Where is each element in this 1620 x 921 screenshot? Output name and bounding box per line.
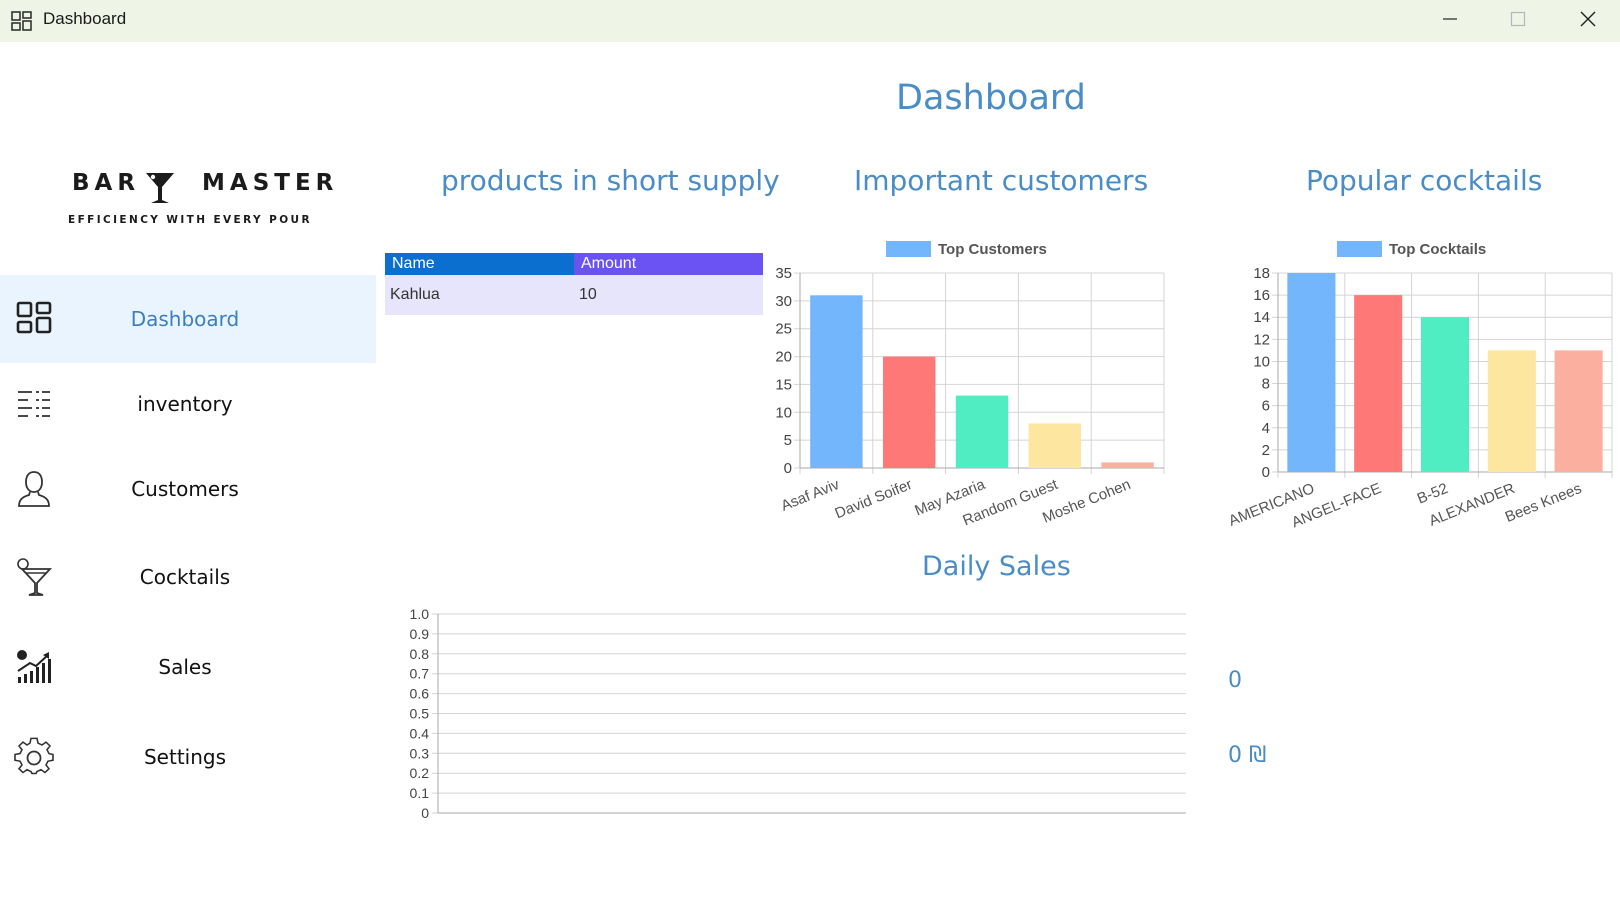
table-row[interactable]: Kahlua 10 xyxy=(385,275,763,315)
y-tick-label: 0.1 xyxy=(410,785,430,801)
y-tick-label: 5 xyxy=(784,432,792,449)
y-tick-label: 0.9 xyxy=(410,626,430,642)
bar xyxy=(810,295,863,468)
y-tick-label: 8 xyxy=(1262,376,1270,393)
daily-sales-chart: 0 0.1 0.2 0.3 0.4 0.5 0.6 0.7 0.8 0.9 1.0 xyxy=(410,606,1186,821)
sidebar-item-inventory[interactable]: inventory xyxy=(0,360,376,448)
legend-label: Top Cocktails xyxy=(1389,241,1486,258)
x-tick-label: Bees Knees xyxy=(1503,480,1584,526)
bar xyxy=(1287,273,1336,472)
logo-word-right: MASTER xyxy=(202,170,339,196)
logo-tagline: EFFICIENCY WITH EVERY POUR xyxy=(68,214,312,226)
y-tick-label: 0.2 xyxy=(410,765,430,781)
y-tick-label: 0 xyxy=(421,805,429,821)
table-cell-amount: 10 xyxy=(574,275,763,315)
sales-chart-icon xyxy=(17,650,51,683)
dashboard-icon xyxy=(11,11,32,31)
minimize-icon xyxy=(1443,18,1457,20)
table-header-row: Name Amount xyxy=(385,253,763,275)
sidebar-item-label: Customers xyxy=(131,477,239,501)
sales-revenue-value: 0 ₪ xyxy=(1228,743,1267,768)
logo-word-left: BAR xyxy=(72,170,141,196)
cocktail-glass-icon xyxy=(17,558,53,596)
bar xyxy=(955,395,1009,468)
important-customers-heading: Important customers xyxy=(854,164,1149,197)
y-tick-label: 16 xyxy=(1253,287,1270,304)
sidebar-item-customers[interactable]: Customers xyxy=(0,445,376,533)
y-tick-label: 4 xyxy=(1262,420,1270,437)
x-tick-label: B-52 xyxy=(1415,480,1451,508)
y-tick-label: 0.7 xyxy=(410,666,430,682)
popular-cocktails-heading: Popular cocktails xyxy=(1306,164,1543,197)
bar xyxy=(882,356,936,468)
column-header-name[interactable]: Name xyxy=(385,253,574,275)
bar xyxy=(1354,295,1403,472)
y-tick-label: 35 xyxy=(775,265,792,282)
y-tick-label: 0.5 xyxy=(410,706,430,722)
y-tick-label: 2 xyxy=(1262,442,1270,459)
sidebar-item-label: Settings xyxy=(143,745,227,769)
bar-master-logo: BAR MASTER EFFICIENCY WITH EVERY POUR xyxy=(60,130,333,240)
sidebar-item-label: Dashboard xyxy=(130,307,240,331)
y-tick-label: 1.0 xyxy=(410,606,430,622)
bar xyxy=(1101,462,1154,468)
y-tick-label: 25 xyxy=(775,321,792,338)
title-bar: Dashboard xyxy=(0,0,1620,42)
sidebar: BAR MASTER EFFICIENCY WITH EVERY POUR Da… xyxy=(0,42,376,921)
y-tick-label: 0 xyxy=(1262,464,1270,481)
window-title: Dashboard xyxy=(43,9,127,28)
y-tick-label: 14 xyxy=(1253,309,1270,326)
sidebar-item-label: Sales xyxy=(158,655,212,679)
sidebar-item-sales[interactable]: Sales xyxy=(0,623,376,711)
close-icon xyxy=(1580,11,1596,27)
bar xyxy=(1487,350,1536,472)
sidebar-item-label: inventory xyxy=(137,392,233,416)
y-tick-label: 10 xyxy=(1253,353,1270,370)
person-icon xyxy=(18,471,50,507)
y-tick-label: 0.6 xyxy=(410,686,430,702)
y-tick-label: 12 xyxy=(1253,331,1270,348)
bar xyxy=(1028,423,1082,468)
sales-count-value: 0 xyxy=(1228,668,1242,693)
cocktail-glass-icon xyxy=(146,173,174,203)
y-tick-label: 6 xyxy=(1262,398,1270,415)
y-tick-label: 0.3 xyxy=(410,745,430,761)
y-tick-label: 18 xyxy=(1253,265,1270,282)
top-cocktails-chart: Top Cocktails024681012141618AMERICANOANG… xyxy=(1226,241,1613,531)
column-header-amount[interactable]: Amount xyxy=(574,253,763,275)
gear-icon xyxy=(14,737,54,775)
legend-swatch xyxy=(1337,241,1382,257)
sidebar-item-dashboard[interactable]: Dashboard xyxy=(0,275,376,363)
close-button[interactable] xyxy=(1554,0,1620,38)
page-title: Dashboard xyxy=(896,78,1086,118)
y-tick-label: 0 xyxy=(784,460,792,477)
maximize-button[interactable] xyxy=(1484,0,1552,38)
y-tick-label: 10 xyxy=(775,404,792,421)
cocktails-chart-legend: Top Cocktails xyxy=(1337,241,1486,258)
y-tick-label: 15 xyxy=(775,376,792,393)
sidebar-item-cocktails[interactable]: Cocktails xyxy=(0,533,376,621)
top-customers-chart: Top Customers05101520253035Asaf AvivDavi… xyxy=(775,241,1165,530)
y-tick-label: 0.8 xyxy=(410,646,430,662)
bar xyxy=(1420,317,1470,472)
table-cell-name: Kahlua xyxy=(385,275,574,315)
dashboard-icon xyxy=(16,301,52,334)
y-tick-label: 0.4 xyxy=(410,725,430,741)
minimize-button[interactable] xyxy=(1416,0,1484,38)
maximize-icon xyxy=(1510,11,1526,27)
bar xyxy=(1554,350,1603,472)
daily-sales-heading: Daily Sales xyxy=(922,551,1071,582)
sidebar-item-settings[interactable]: Settings xyxy=(0,713,376,801)
inventory-list-icon xyxy=(18,391,50,417)
customers-chart-legend: Top Customers xyxy=(886,241,1047,258)
y-tick-label: 30 xyxy=(775,293,792,310)
sidebar-item-label: Cocktails xyxy=(139,565,231,589)
legend-swatch xyxy=(886,241,931,257)
x-tick-label: David Soifer xyxy=(833,476,915,522)
short-supply-table[interactable]: Name Amount Kahlua 10 xyxy=(385,253,763,315)
short-supply-heading: products in short supply xyxy=(441,164,780,197)
y-tick-label: 20 xyxy=(775,349,792,366)
legend-label: Top Customers xyxy=(938,241,1047,258)
